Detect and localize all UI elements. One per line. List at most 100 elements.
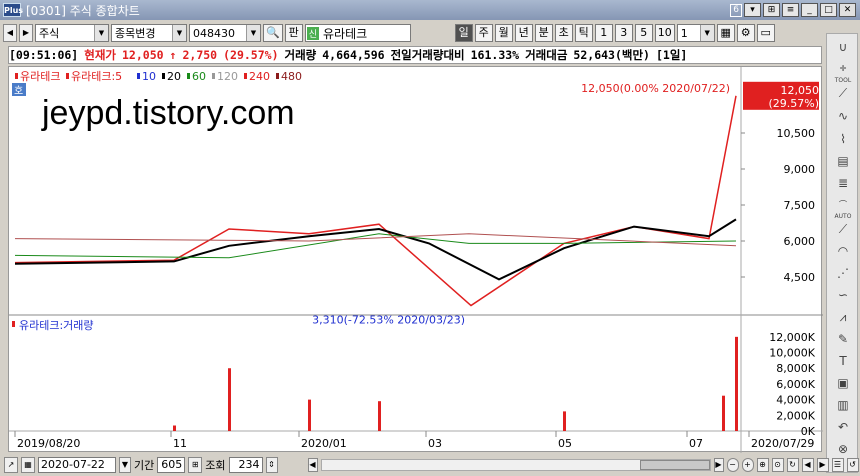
period-day-button[interactable]: 일 [454,24,473,42]
last-price-value: 12,050 [781,84,820,97]
text-icon[interactable]: T [831,352,855,372]
legend-label: 120 [217,70,238,83]
scroll-right-icon[interactable]: ▶ [713,457,724,472]
zoom-out-icon[interactable]: − [726,457,739,472]
list-icon[interactable]: ☰ [831,457,844,472]
legend-swatch [162,73,165,79]
app-icon: Plus [3,3,23,17]
period-tick-button[interactable]: 틱 [574,24,593,42]
lookup-icon[interactable]: ⊞ [188,456,203,473]
pen-icon[interactable]: ✎ [831,330,855,350]
draw-tool-icon[interactable]: ↗ [4,456,18,473]
legend-swatch [66,73,69,79]
reset-icon[interactable]: ↺ [846,457,859,472]
calendar-icon[interactable]: ▣ [831,374,855,394]
chevron-down-icon[interactable]: ▼ [119,456,131,473]
volume-value: 4,664,596 [322,48,385,62]
volume-tick-label: 4,000K [776,394,815,407]
interval-select[interactable]: 1 ▼ [676,24,715,42]
volume-bar [563,411,566,431]
link-icon[interactable]: ⊞ [763,3,780,17]
lookup-input[interactable]: 234 [228,456,263,473]
zoom-in-icon[interactable]: + [741,457,754,472]
volume-label: 거래량 [284,48,317,62]
trade-amount-label: 거래대금 [525,48,568,62]
zoom-fit-icon[interactable]: ⊕ [756,457,769,472]
scrollbar-thumb[interactable] [639,459,710,470]
up-arrow-icon: ↑ [169,48,177,62]
refresh-icon[interactable]: ↻ [786,457,799,472]
wave-icon[interactable]: ∽ [831,286,855,306]
period-input[interactable]: 605 [157,456,186,473]
ma240-line [14,233,737,247]
volume-tick-label: 12,000K [769,331,815,344]
legend-swatch [212,73,215,79]
dropdown-icon[interactable]: ▾ [744,3,761,17]
period-week-button[interactable]: 주 [474,24,493,42]
period-minute-button[interactable]: 분 [534,24,553,42]
bottom-bar: ↗ ▦ 2020-07-22 ▼ 기간 605 ⊞ 조회 234 ⇕ ◀ ▶ −… [0,453,860,476]
interval-5-button[interactable]: 5 [634,24,653,42]
stock-name-field[interactable]: 신 유라테크 [304,24,411,42]
auto-button[interactable]: ⌒ AUTO [831,196,855,220]
next-arrow-icon[interactable]: ▶ [19,24,33,42]
interval-10-button[interactable]: 10 [654,24,675,42]
grid-icon[interactable]: ▦ [716,24,735,42]
spin-icon[interactable]: ⇕ [265,456,278,473]
market-select-value: 주식 [39,27,60,40]
code-input[interactable]: 048430 ▼ [189,24,261,42]
stock-change-select[interactable]: 종목변경 ▼ [111,24,187,42]
x-tick-label: 05 [558,437,572,450]
next-page-icon[interactable]: ▶ [816,457,829,472]
gear-icon[interactable]: ⚙ [736,24,755,42]
crosshair-icon: ✛ [839,64,847,73]
interval-1-button[interactable]: 1 [594,24,613,42]
chart-settings-icon[interactable]: ⊙ [771,457,784,472]
quote-time: [09:51:06] [9,48,79,62]
volume-legend: 유라테크:거래량 [19,319,94,332]
prev-arrow-icon[interactable]: ◀ [3,24,17,42]
channel-icon[interactable]: ⟋ [831,220,855,240]
volume-tick-label: 10,000K [769,347,815,360]
search-icon[interactable]: 🔍 [263,24,283,42]
maximize-button[interactable]: □ [820,3,837,17]
period-year-button[interactable]: 년 [514,24,533,42]
undo-icon[interactable]: ↶ [831,418,855,438]
settings-icon[interactable]: ≡ [782,3,799,17]
draw-icon: ⌒ [839,200,847,209]
date-input[interactable]: 2020-07-22 [38,456,116,473]
scrollbar[interactable] [320,458,711,471]
fibonacci-icon[interactable]: ≣ [831,174,855,194]
legend-label: 480 [281,70,302,83]
market-select[interactable]: 주식 ▼ [35,24,109,42]
volume-bar [173,425,176,431]
fan-icon[interactable]: ⋰ [831,264,855,284]
tool-menu-button[interactable]: ✛ TOOL [831,60,855,84]
pan-button[interactable]: 판 [284,24,303,42]
scroll-left-icon[interactable]: ◀ [307,457,318,472]
export-icon[interactable]: ▥ [831,396,855,416]
collapse-icon[interactable]: ∪ [831,38,855,58]
stock-change-label: 종목변경 [115,27,156,40]
zigzag-icon[interactable]: ⩘ [831,308,855,328]
pattern-icon[interactable]: ⌇ [831,130,855,150]
report-icon[interactable]: ▤ [831,152,855,172]
volume-bar [228,368,231,431]
y-tick-label: 7,500 [784,199,816,212]
period-second-button[interactable]: 초 [554,24,573,42]
prev-page-icon[interactable]: ◀ [801,457,814,472]
price-change-pct: (29.57%) [223,48,279,62]
right-toolbar: ∪ ✛ TOOL ⟋ ∿ ⌇ ▤ ≣ ⌒ AUTO ⟋ ◠ ⋰ ∽ ⩘ ✎ T … [826,33,858,473]
trend-icon[interactable]: ∿ [831,107,855,127]
window-icon[interactable]: ▭ [756,24,775,42]
arc-icon[interactable]: ◠ [831,242,855,262]
calendar-icon[interactable]: ▦ [21,456,35,473]
close-button[interactable]: ✕ [839,3,856,17]
volume-bar [308,399,311,431]
period-month-button[interactable]: 월 [494,24,513,42]
line-chart-icon[interactable]: ⟋ [831,84,855,104]
minimize-button[interactable]: _ [801,3,818,17]
quote-bar: [09:51:06] 현재가 12,050 ↑ 2,750 (29.57%) 거… [8,46,822,64]
interval-3-button[interactable]: 3 [614,24,633,42]
window-number[interactable]: 6 [730,3,742,17]
